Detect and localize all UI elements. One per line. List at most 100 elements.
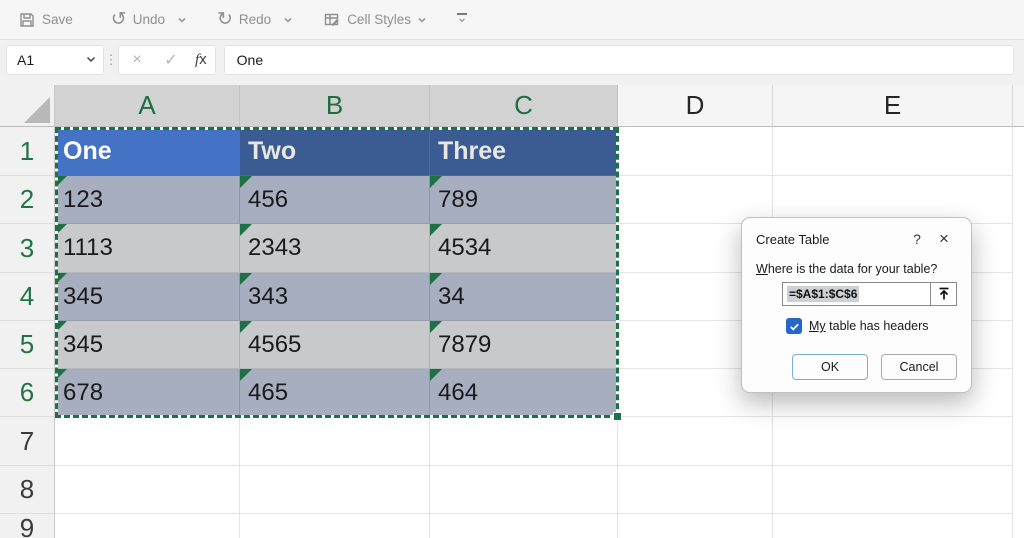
name-box-chevron-icon[interactable] [85, 52, 97, 68]
cell-a8[interactable] [55, 466, 240, 514]
cell-filler [1013, 224, 1024, 273]
cell-c7[interactable] [430, 417, 618, 466]
collapse-dialog-button[interactable] [931, 282, 957, 306]
cell-b6[interactable]: 465 [240, 369, 430, 417]
table-range-value: =$A$1:$C$6 [787, 286, 860, 302]
cancel-button[interactable]: Cancel [881, 354, 957, 380]
cell-e7[interactable] [773, 417, 1013, 466]
redo-label: Redo [238, 12, 272, 27]
cell-b5[interactable]: 4565 [240, 321, 430, 369]
cell-c5[interactable]: 7879 [430, 321, 618, 369]
column-header-b[interactable]: B [240, 85, 430, 127]
row-header-4[interactable]: 4 [0, 273, 55, 321]
error-indicator-icon [55, 224, 67, 236]
cell-c8[interactable] [430, 466, 618, 514]
redo-icon: ↻ [216, 8, 233, 30]
help-icon[interactable]: ? [905, 231, 929, 247]
cell-filler [1013, 369, 1024, 417]
cell-a6[interactable]: 678 [55, 369, 240, 417]
row-header-6[interactable]: 6 [0, 369, 55, 417]
insert-function-icon[interactable]: fx [195, 51, 207, 69]
row-header-1[interactable]: 1 [0, 127, 55, 176]
cell-c4[interactable]: 34 [430, 273, 618, 321]
quick-access-toolbar: Save ↺ Undo ↻ Redo Cell Styles [0, 0, 1024, 40]
row-header-3[interactable]: 3 [0, 224, 55, 273]
redo-button[interactable]: ↻ Redo [209, 8, 279, 31]
create-table-dialog: Create Table ? × Where is the data for y… [741, 217, 972, 393]
redo-dropdown-chevron-icon[interactable] [283, 15, 293, 25]
save-button[interactable]: Save [10, 7, 81, 33]
cell-filler [1013, 466, 1024, 514]
row-header-9[interactable]: 9 [0, 513, 55, 538]
cell-b1[interactable]: Two [240, 127, 430, 176]
customize-quick-access-toolbar-icon[interactable] [456, 13, 467, 26]
column-header-c[interactable]: C [430, 85, 618, 127]
cell-e9[interactable] [773, 514, 1013, 538]
cell-b3[interactable]: 2343 [240, 224, 430, 273]
cell-b4[interactable]: 343 [240, 273, 430, 321]
cell-filler [1013, 321, 1024, 369]
row-header-2[interactable]: 2 [0, 176, 55, 224]
cell-c9[interactable] [430, 514, 618, 538]
error-indicator-icon [240, 176, 252, 188]
close-icon[interactable]: × [929, 229, 959, 249]
cell-a9[interactable] [55, 514, 240, 538]
error-indicator-icon [240, 369, 252, 381]
row-header-5[interactable]: 5 [0, 321, 55, 369]
cell-b9[interactable] [240, 514, 430, 538]
formula-input[interactable]: One [223, 45, 1014, 75]
row-header-8[interactable]: 8 [0, 466, 55, 514]
ok-button[interactable]: OK [792, 354, 868, 380]
error-indicator-icon [240, 321, 252, 333]
error-indicator-icon [430, 176, 442, 188]
cell-e1[interactable] [773, 127, 1013, 176]
column-header-filler [1013, 85, 1024, 127]
error-indicator-icon [55, 369, 67, 381]
undo-button[interactable]: ↺ Undo [103, 8, 173, 31]
cell-d1[interactable] [618, 127, 773, 176]
cell-d7[interactable] [618, 417, 773, 466]
formula-value: One [236, 52, 264, 68]
cell-filler [1013, 273, 1024, 321]
save-label: Save [42, 12, 73, 27]
range-select-icon [939, 287, 948, 300]
cell-b2[interactable]: 456 [240, 176, 430, 224]
name-box[interactable]: A1 [6, 45, 104, 75]
cell-a2[interactable]: 123 [55, 176, 240, 224]
error-indicator-icon [240, 273, 252, 285]
dialog-title: Create Table [756, 231, 830, 247]
column-header-a[interactable]: A [55, 85, 240, 127]
cell-c2[interactable]: 789 [430, 176, 618, 224]
cell-styles-button[interactable]: Cell Styles [315, 7, 435, 33]
cell-d8[interactable] [618, 466, 773, 514]
formula-bar-separator: ⋮ [104, 52, 118, 67]
cell-a7[interactable] [55, 417, 240, 466]
cell-styles-chevron-icon [417, 15, 427, 25]
cell-a5[interactable]: 345 [55, 321, 240, 369]
cell-c3[interactable]: 4534 [430, 224, 618, 273]
worksheet: A B C D E 1 One Two Three 2 123 456 789 3 1113 2343 4534… [0, 85, 1024, 538]
error-indicator-icon [430, 369, 442, 381]
column-header-e[interactable]: E [773, 85, 1013, 127]
headers-checkbox[interactable] [786, 318, 802, 334]
cell-c6[interactable]: 464 [430, 369, 618, 417]
cell-e8[interactable] [773, 466, 1013, 514]
cell-b7[interactable] [240, 417, 430, 466]
cell-c1[interactable]: Three [430, 127, 618, 176]
column-header-d[interactable]: D [618, 85, 773, 127]
cell-filler [1013, 176, 1024, 224]
cancel-entry-icon[interactable]: × [127, 51, 147, 69]
error-indicator-icon [430, 273, 442, 285]
cell-a1[interactable]: One [55, 127, 240, 176]
table-range-input[interactable]: =$A$1:$C$6 [782, 282, 931, 306]
select-all-button[interactable] [0, 85, 55, 127]
enter-entry-icon[interactable]: ✓ [161, 50, 181, 70]
cell-a3[interactable]: 1113 [55, 224, 240, 273]
row-header-7[interactable]: 7 [0, 417, 55, 466]
cell-b8[interactable] [240, 466, 430, 514]
error-indicator-icon [430, 224, 442, 236]
cell-a4[interactable]: 345 [55, 273, 240, 321]
undo-dropdown-chevron-icon[interactable] [177, 15, 187, 25]
cell-d9[interactable] [618, 514, 773, 538]
cell-filler [1013, 417, 1024, 466]
